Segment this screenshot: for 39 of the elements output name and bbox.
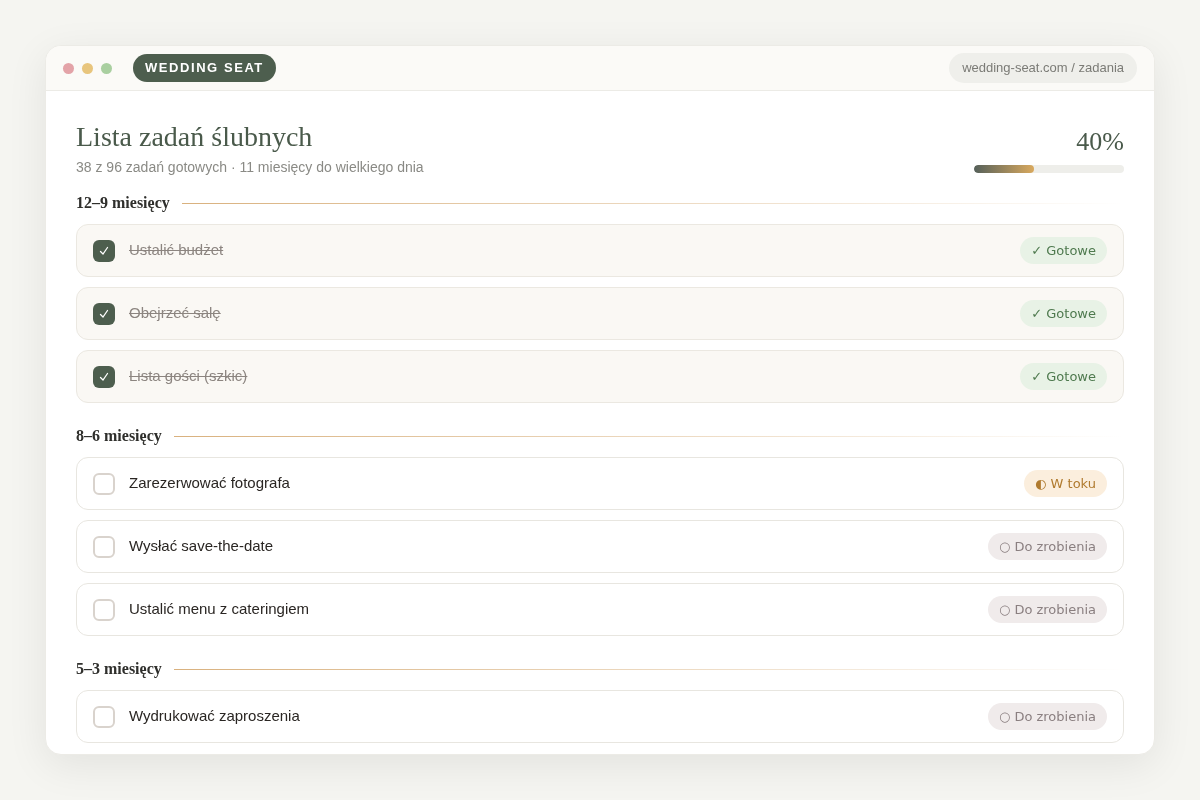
section-heading: 5–3 miesięcy: [76, 659, 162, 680]
status-badge: ○ Do zrobienia: [987, 595, 1107, 624]
checkmark-icon: [99, 245, 109, 256]
task-checkbox[interactable]: [93, 705, 115, 728]
task-row[interactable]: Obejrzeć salę ✓ Gotowe: [76, 287, 1124, 340]
status-badge: ✓ Gotowe: [1020, 236, 1107, 265]
status-badge: ✓ Gotowe: [1020, 362, 1107, 391]
page-title: Lista zadań ślubnych: [76, 120, 314, 154]
task-label: Obejrzeć salę: [129, 303, 221, 324]
status-badge: ◐ W toku: [1024, 469, 1107, 498]
checkmark-icon: [99, 308, 109, 319]
task-checkbox[interactable]: [93, 365, 115, 388]
task-row[interactable]: Lista gości (szkic) ✓ Gotowe: [76, 350, 1124, 403]
task-label: Lista gości (szkic): [129, 366, 248, 387]
status-badge: ○ Do zrobienia: [987, 532, 1107, 561]
task-row[interactable]: Wysłać save-the-date ○ Do zrobienia: [76, 520, 1124, 573]
task-checkbox[interactable]: [93, 598, 115, 621]
task-checkbox[interactable]: [93, 472, 115, 495]
section-heading: 8–6 miesięcy: [76, 426, 162, 447]
task-row[interactable]: Zarezerwować fotografa ◐ W toku: [76, 457, 1124, 510]
progress-percent: 40%: [1076, 127, 1124, 157]
task-label: Zarezerwować fotografa: [129, 473, 290, 494]
page-subtitle: 38 z 96 zadań gotowych · 11 miesięcy do wielkiego dnia: [76, 158, 424, 177]
task-label: Ustalić menu z cateringiem: [129, 599, 310, 620]
task-checkbox[interactable]: [93, 239, 115, 262]
status-badge: ○ Do zrobienia: [987, 702, 1107, 731]
task-row[interactable]: Ustalić menu z cateringiem ○ Do zrobienia: [76, 583, 1124, 636]
task-label: Wydrukować zaproszenia: [129, 706, 300, 727]
task-label: Ustalić budżet: [129, 240, 224, 261]
status-badge: ✓ Gotowe: [1020, 299, 1107, 328]
task-checkbox[interactable]: [93, 535, 115, 558]
task-label: Wysłać save-the-date: [129, 536, 274, 557]
checkmark-icon: [99, 371, 109, 382]
task-row[interactable]: Ustalić budżet ✓ Gotowe: [76, 224, 1124, 277]
brand-badge: WEDDING SEAT: [133, 54, 276, 82]
section-heading: 12–9 miesięcy: [76, 193, 170, 214]
url-field[interactable]: wedding-seat.com / zadania: [949, 53, 1137, 83]
task-row[interactable]: Wydrukować zaproszenia ○ Do zrobienia: [76, 690, 1124, 743]
task-checkbox[interactable]: [93, 302, 115, 325]
